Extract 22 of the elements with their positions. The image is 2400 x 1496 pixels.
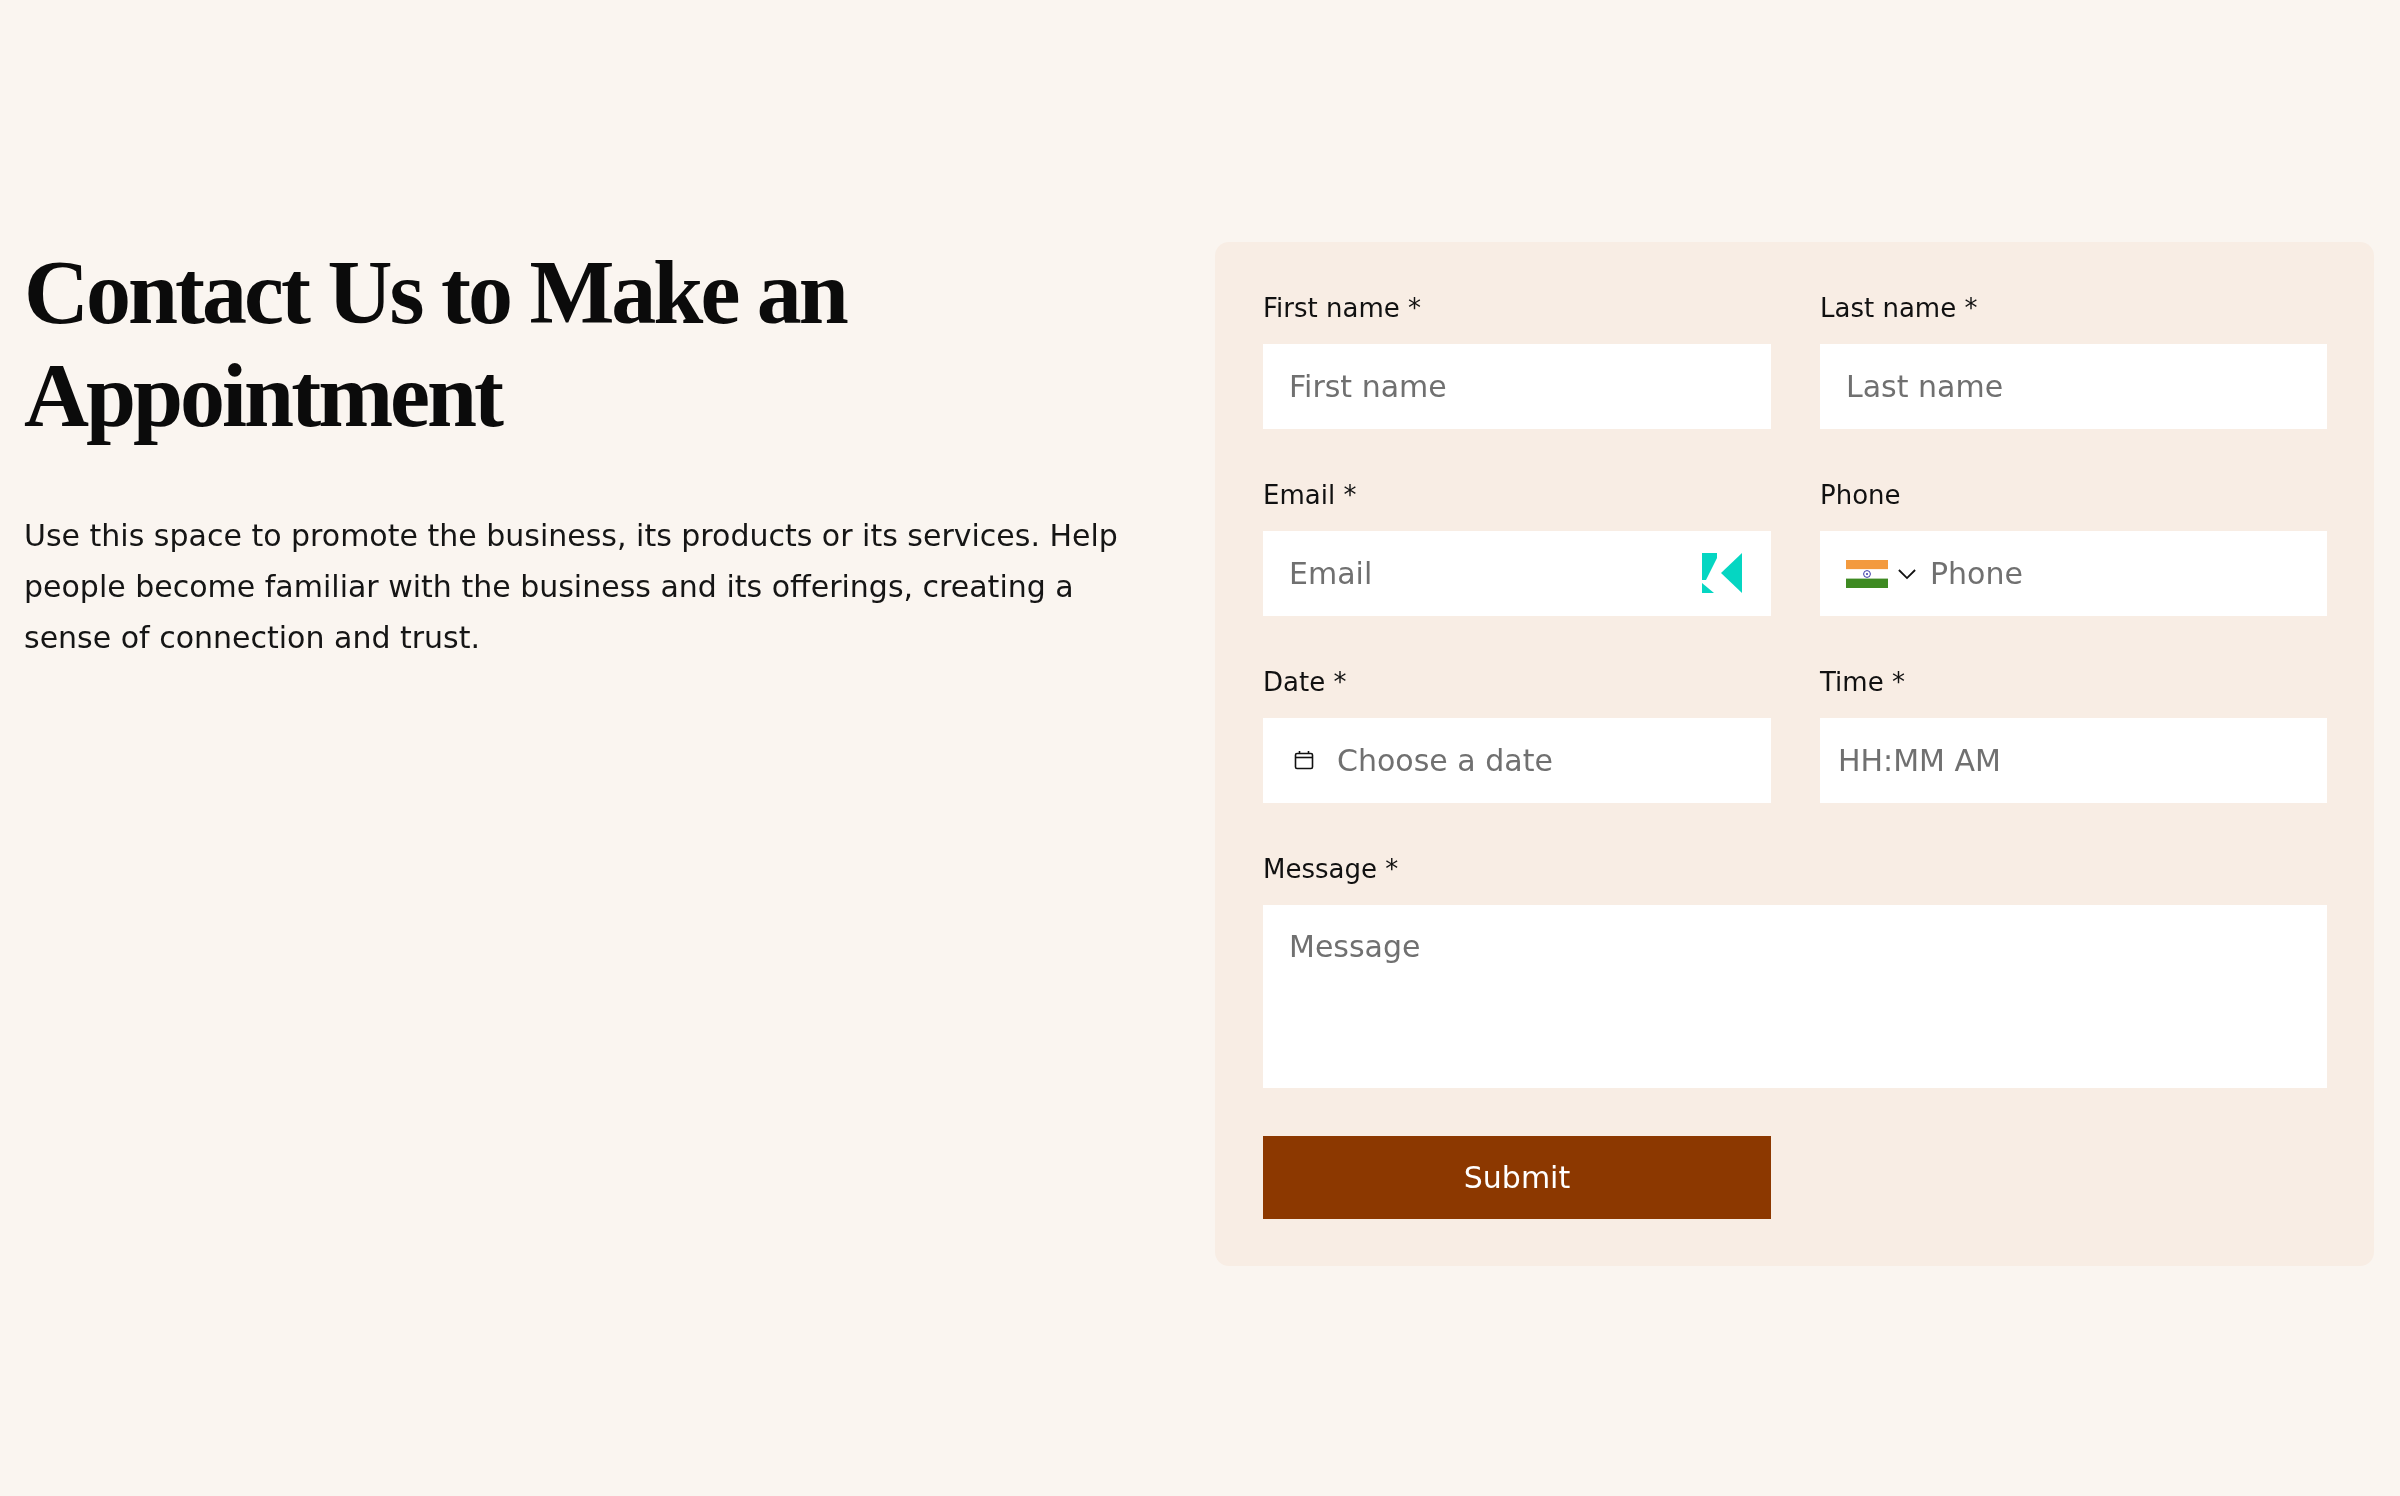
text-field[interactable]: First name	[1263, 344, 1771, 429]
text-field[interactable]: Last name	[1820, 344, 2327, 429]
field-label: Date *	[1263, 666, 1348, 699]
k-logo-icon	[1702, 553, 1742, 593]
calendar-icon	[1294, 750, 1314, 770]
time-field[interactable]: HH:MM AM	[1820, 718, 2327, 803]
field-label: Message *	[1263, 853, 1400, 886]
intro-paragraph: Use this space to promote the business, its products or its services. Help people become familiar with the business and its offerings, creating a sense of connection and trust.	[24, 517, 1119, 657]
field-label: Phone	[1820, 479, 1902, 512]
field-label: Last name *	[1820, 292, 1979, 325]
field-label: First name *	[1263, 292, 1422, 325]
field-label: Email *	[1263, 479, 1358, 512]
message-field[interactable]: Message	[1263, 905, 2327, 1088]
country-code-dropdown[interactable]	[1846, 560, 1916, 588]
flag-icon	[1846, 560, 1888, 588]
page-heading: Contact Us to Make an Appointment	[24, 242, 848, 447]
date-field[interactable]: Choose a date	[1263, 718, 1771, 803]
phone-field[interactable]: Phone	[1820, 531, 2327, 616]
chevron-down-icon	[1898, 568, 1916, 580]
field-label: Time *	[1820, 666, 1906, 699]
email-field[interactable]: Email	[1263, 531, 1771, 616]
submit-button[interactable]: Submit	[1263, 1136, 1771, 1219]
